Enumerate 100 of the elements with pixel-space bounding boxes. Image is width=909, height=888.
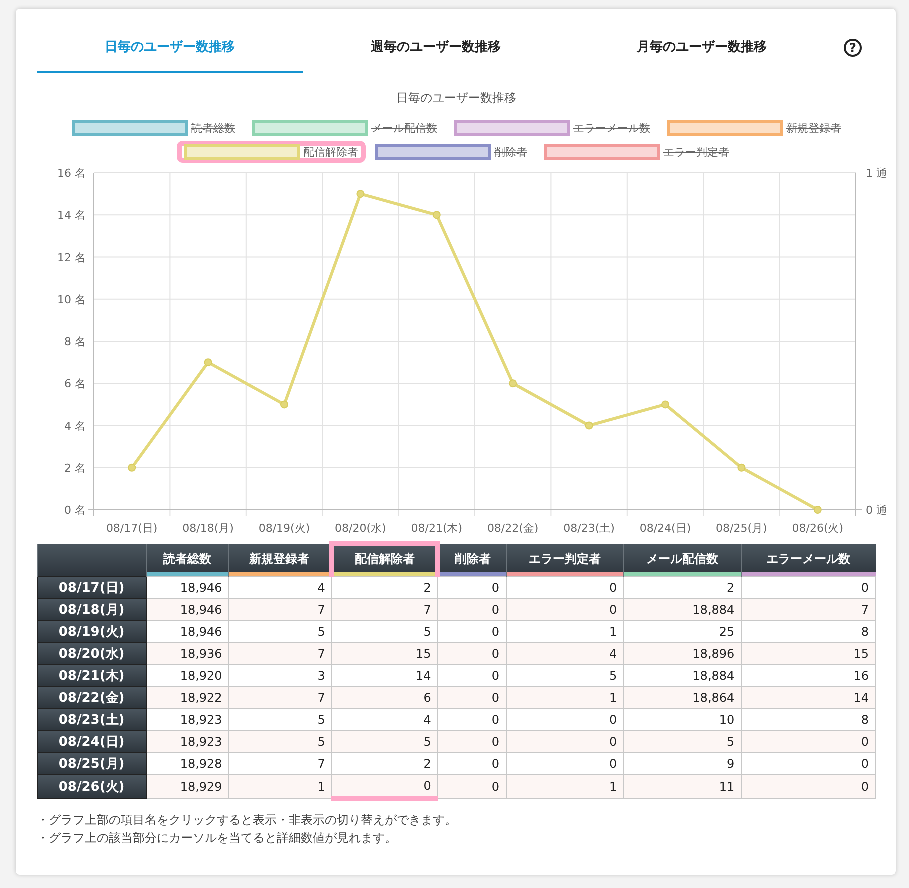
column-label: 読者総数 [162,551,212,568]
data-point[interactable] [432,211,441,220]
table-cell: 0 [741,730,876,752]
axis-label: 0 通 [866,504,888,517]
table-cell: 5 [332,730,438,752]
legend-item[interactable]: 配信解除者 [176,141,366,163]
axis-label: 12 名 [58,251,86,264]
axis-label: 08/25(月) [716,522,768,535]
table-cell: 0 [741,576,876,598]
table-cell: 7 [228,642,332,664]
table-cell: 14 [741,686,876,708]
table-cell: 5 [624,730,742,752]
table-cell: 0 [438,774,506,798]
table-cell: 4 [228,576,332,598]
row-header: 08/24(日) [38,730,146,752]
table-cell: 0 [506,576,624,598]
data-point[interactable] [662,400,670,409]
row-header: 08/23(土) [38,708,146,730]
table-cell: 0 [438,730,506,752]
table-cell: 0 [332,774,438,798]
table-cell: 18,922 [146,686,229,708]
legend-item[interactable]: エラーメール数 [446,117,658,139]
table-cell: 0 [438,598,506,620]
table-cell: 18,946 [146,598,229,620]
axis-label: 08/23(土) [564,522,615,535]
table-cell: 18,896 [624,642,742,664]
axis-label: 08/19(火) [258,522,310,535]
table-cell: 1 [228,774,332,798]
table-cell: 18,936 [146,642,229,664]
data-point[interactable] [738,464,746,472]
note-text: ・グラフ上の該当部分にカーソルを当てると詳細数値が見れます。 [37,830,397,847]
axis-label: 08/17(日) [106,522,158,535]
axis-label: 16 名 [58,167,86,180]
row-header: 08/25(月) [38,752,146,774]
data-point[interactable] [204,358,212,367]
table-cell: 6 [332,686,438,708]
axis-label: 14 名 [58,209,86,222]
table-cell: 18,923 [146,730,229,752]
column-label: 削除者 [454,551,492,568]
table-cell: 11 [624,774,742,798]
data-point[interactable] [128,464,136,472]
row-header: 08/20(水) [38,642,146,664]
axis-label: 4 名 [64,420,86,433]
note-text: ・グラフ上部の項目名をクリックすると表示・非表示の切り替えができます。 [37,812,457,829]
data-point[interactable] [356,190,365,198]
table-cell: 18,864 [624,686,742,708]
table-cell: 4 [506,642,624,664]
data-point[interactable] [814,506,822,514]
column-label: メール配信数 [645,551,720,568]
help-button[interactable]: ? [844,39,862,57]
column-label: 新規登録者 [248,551,310,568]
row-header: 08/21(木) [38,664,146,686]
axis-label: 2 名 [64,462,86,475]
table-cell: 1 [506,686,624,708]
tab[interactable]: 週毎のユーザー数推移 [303,23,569,73]
table-cell: 0 [438,686,506,708]
tab[interactable]: 日毎のユーザー数推移 [37,23,303,73]
table-cell: 0 [741,774,876,798]
axis-label: 08/24(日) [640,522,692,535]
table-cell: 0 [506,730,624,752]
row-header: 08/22(金) [38,686,146,708]
table-cell: 7 [332,598,438,620]
axis-label: 1 通 [866,167,888,180]
legend-item[interactable]: メール配信数 [244,117,444,139]
table-cell: 15 [741,642,876,664]
table-cell: 0 [438,642,506,664]
chart-title: 日毎のユーザー数推移 [396,90,516,107]
axis-label: 08/26(火) [792,522,844,535]
data-point[interactable] [509,380,518,388]
legend-item[interactable]: エラー判定者 [536,141,736,163]
table-cell: 2 [624,576,742,598]
axis-label: 10 名 [58,293,86,306]
table-cell: 7 [228,598,332,620]
legend-item[interactable]: 新規登録者 [660,117,848,139]
legend-item[interactable]: 削除者 [368,141,534,163]
column-label: 配信解除者 [354,551,416,568]
axis-label: 08/18(月) [182,522,234,535]
row-header: 08/19(火) [38,620,146,642]
row-header: 08/17(日) [38,576,146,598]
column-label: エラー判定者 [528,551,602,568]
data-point[interactable] [585,422,594,430]
table-cell: 15 [332,642,438,664]
table-cell: 18,884 [624,598,742,620]
axis-label: 0 名 [64,504,86,517]
column-label: エラーメール数 [766,551,852,568]
table-cell: 1 [506,774,624,798]
row-header: 08/18(月) [38,598,146,620]
row-header: 08/26(火) [38,774,146,798]
table-cell: 18,929 [146,774,229,798]
axis-label: 6 名 [64,378,86,391]
axis-label: 08/21(木) [411,522,463,535]
axis-label: 8 名 [64,336,86,348]
table-cell: 7 [741,598,876,620]
tab[interactable]: 月毎のユーザー数推移 [569,23,835,73]
table-cell: 0 [506,598,624,620]
table-cell: 7 [228,686,332,708]
axis-label: 08/22(金) [487,522,539,535]
legend-item[interactable]: 読者総数 [64,117,242,139]
table-cell: 5 [228,730,332,752]
data-point[interactable] [280,400,288,409]
